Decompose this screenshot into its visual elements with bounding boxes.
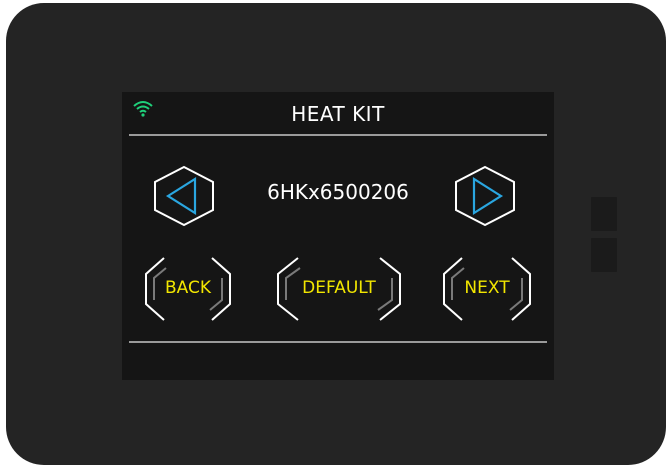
- bottom-divider: [129, 341, 547, 343]
- back-button[interactable]: BACK: [144, 256, 232, 322]
- triangle-right-icon: [472, 177, 504, 215]
- default-button[interactable]: DEFAULT: [276, 256, 402, 322]
- touch-screen: HEAT KIT 6HKx6500206 BACK DEFAULT NEXT: [122, 92, 554, 380]
- side-button-lower[interactable]: [591, 238, 617, 272]
- screen-title: HEAT KIT: [291, 102, 385, 126]
- next-button[interactable]: NEXT: [442, 256, 532, 322]
- default-button-label: DEFAULT: [302, 278, 376, 298]
- next-option-button[interactable]: [453, 165, 517, 227]
- top-divider: [129, 134, 547, 136]
- side-button-upper[interactable]: [591, 197, 617, 231]
- back-button-label: BACK: [164, 278, 211, 298]
- next-button-label: NEXT: [464, 278, 510, 298]
